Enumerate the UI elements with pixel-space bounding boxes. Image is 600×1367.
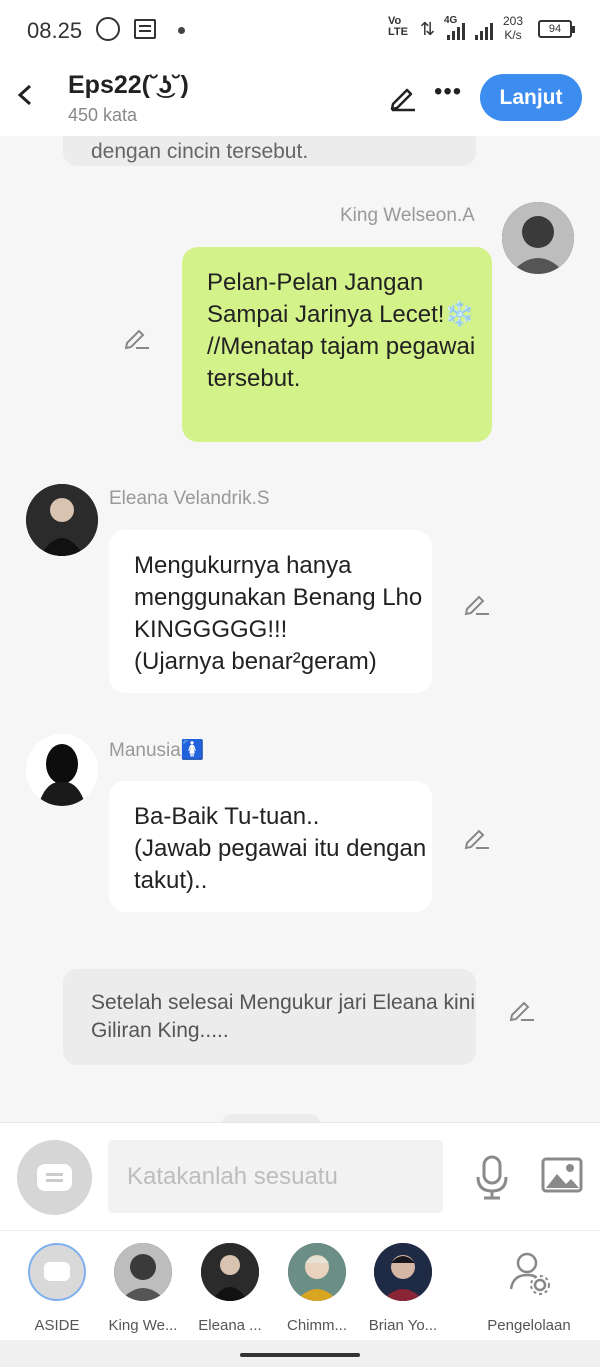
edit-pencil-icon[interactable]	[509, 996, 535, 1022]
narration-bubble[interactable]: Setelah selesai Mengukur jari Eleana kin…	[63, 969, 476, 1065]
avatar[interactable]	[26, 484, 98, 556]
message-bubble[interactable]: Mengukurnya hanya menggunakan Benang Lho…	[109, 530, 432, 693]
aside-toggle-button[interactable]	[17, 1140, 92, 1215]
more-options-icon[interactable]: •••	[434, 78, 462, 106]
image-icon[interactable]	[541, 1157, 583, 1193]
character-label: King We...	[108, 1317, 178, 1334]
system-nav-bar	[0, 1340, 600, 1367]
avatar	[288, 1243, 346, 1301]
character-brian[interactable]: Brian Yo...	[363, 1243, 443, 1334]
avatar	[374, 1243, 432, 1301]
volte-label: Vo LTE	[388, 15, 408, 38]
signal-icon	[447, 18, 465, 40]
character-chimm[interactable]: Chimm...	[277, 1243, 357, 1334]
character-eleana[interactable]: Eleana ...	[190, 1243, 270, 1334]
speaker-name: Eleana Velandrik.S	[109, 488, 270, 509]
home-indicator[interactable]	[240, 1353, 360, 1357]
character-aside[interactable]: ASIDE	[17, 1243, 97, 1334]
message-bubble[interactable]: Pelan-Pelan Jangan Sampai Jarinya Lecet!…	[182, 247, 492, 442]
character-label: Brian Yo...	[368, 1317, 438, 1334]
edit-pencil-icon[interactable]	[464, 590, 490, 616]
battery-icon: 94	[538, 20, 575, 38]
news-icon	[134, 19, 156, 39]
aside-icon	[28, 1243, 86, 1301]
next-button[interactable]: Lanjut	[480, 74, 582, 121]
manage-characters-button[interactable]: Pengelolaan	[484, 1243, 574, 1334]
status-bar: 08.25 Vo LTE ⇅ 4G 203 K/s 94	[0, 0, 600, 62]
network-speed: 203 K/s	[503, 14, 524, 42]
avatar[interactable]	[26, 734, 98, 806]
avatar	[114, 1243, 172, 1301]
scroll-indicator	[222, 1114, 320, 1122]
chevron-left-icon[interactable]	[14, 78, 44, 118]
speaker-name: King Welseon.A	[340, 205, 475, 226]
edit-pencil-icon[interactable]	[464, 824, 490, 850]
signal-icon-2	[475, 18, 493, 40]
input-bar	[0, 1122, 600, 1230]
character-label: ASIDE	[34, 1317, 80, 1334]
whatsapp-icon	[96, 17, 120, 41]
character-label: Chimm...	[287, 1317, 347, 1334]
character-king[interactable]: King We...	[103, 1243, 183, 1334]
word-count: 450 kata	[68, 105, 138, 125]
user-settings-icon	[484, 1243, 574, 1301]
avatar	[201, 1243, 259, 1301]
character-selector: ASIDE King We... Eleana ... Chimm... Bri…	[0, 1230, 600, 1340]
notification-dot-icon	[178, 27, 185, 34]
character-label: Eleana ...	[198, 1317, 262, 1334]
microphone-icon[interactable]	[472, 1153, 512, 1201]
story-chat-area[interactable]: dengan cincin tersebut. King Welseon.A P…	[0, 136, 600, 1122]
episode-title[interactable]: Eps22(˘͜ʖ˘)	[68, 71, 189, 100]
avatar[interactable]	[502, 202, 574, 274]
edit-pencil-icon[interactable]	[388, 82, 418, 112]
status-time: 08.25	[27, 18, 83, 43]
edit-pencil-icon[interactable]	[124, 324, 150, 350]
editor-header: Eps22(˘͜ʖ˘) 450 kata ••• Lanjut	[0, 62, 600, 136]
data-transfer-icon: ⇅	[420, 19, 436, 39]
message-bubble[interactable]: Ba-Baik Tu-tuan.. (Jawab pegawai itu den…	[109, 781, 432, 912]
aside-icon	[37, 1164, 72, 1191]
message-input[interactable]	[108, 1140, 443, 1213]
narration-bubble[interactable]: dengan cincin tersebut.	[63, 136, 476, 166]
manage-label: Pengelolaan	[487, 1317, 571, 1334]
speaker-name: Manusia🚺	[109, 740, 205, 761]
